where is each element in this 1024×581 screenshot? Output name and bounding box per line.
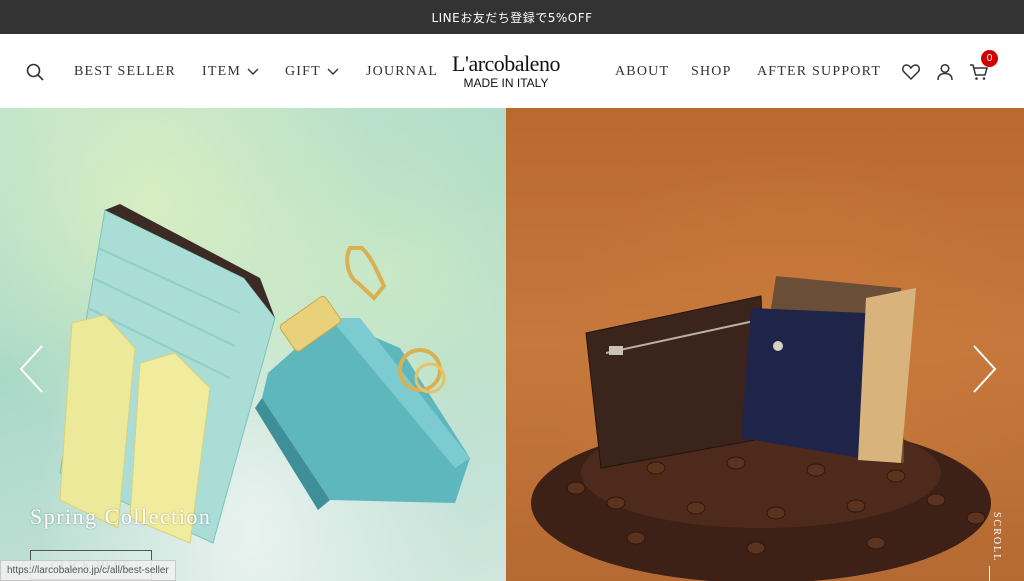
nav-item-label: ITEM: [202, 64, 242, 79]
nav-best-seller-label: BEST SELLER: [74, 64, 177, 79]
logo-tagline: MADE IN ITALY: [463, 76, 549, 90]
hero-image-right: [506, 108, 1024, 581]
nav-item-menu[interactable]: ITEM: [202, 64, 259, 80]
nav-best-seller[interactable]: BEST SELLER: [74, 64, 176, 80]
wallets-on-coffee-illustration: [531, 276, 991, 581]
site-logo[interactable]: L'arcobaleno MADE IN ITALY: [446, 51, 566, 91]
nav-about[interactable]: ABOUT: [615, 64, 669, 80]
scroll-indicator-line: [989, 566, 990, 581]
nav-gift-label: GIFT: [285, 64, 321, 79]
nav-shop[interactable]: SHOP: [691, 64, 732, 80]
hero-slider: Spring Collection CLICK HERE: [0, 108, 1024, 581]
announcement-bar[interactable]: LINEお友だち登録で5%OFF: [0, 0, 1024, 34]
nav-after-support-label: AFTER SUPPORT: [757, 64, 882, 79]
search-icon[interactable]: [25, 62, 45, 82]
announcement-text[interactable]: LINEお友だち登録で5%OFF: [431, 9, 592, 26]
cart-count-badge[interactable]: 0: [981, 50, 998, 67]
chevron-down-icon: [247, 68, 259, 76]
nav-journal[interactable]: JOURNAL: [366, 64, 438, 80]
chevron-left-icon[interactable]: [18, 344, 44, 394]
chevron-down-icon: [327, 68, 339, 76]
hero-image-left: Spring Collection CLICK HERE: [0, 108, 506, 581]
site-header: BEST SELLER ITEM GIFT JOURNAL L'arcobale…: [0, 34, 1024, 108]
slide-title: Spring Collection: [30, 504, 212, 529]
heart-icon[interactable]: [901, 62, 921, 82]
nav-gift-menu[interactable]: GIFT: [285, 64, 339, 80]
nav-about-label: ABOUT: [615, 64, 670, 79]
user-icon[interactable]: [935, 62, 955, 82]
logo-name: L'arcobaleno: [452, 51, 560, 76]
chevron-right-icon[interactable]: [972, 344, 998, 394]
scroll-indicator-label: SCROLL: [991, 512, 1002, 563]
nav-shop-label: SHOP: [691, 64, 732, 79]
nav-journal-label: JOURNAL: [366, 64, 439, 79]
browser-status-url: https://larcobaleno.jp/c/all/best-seller: [0, 560, 176, 581]
nav-after-support[interactable]: AFTER SUPPORT: [757, 64, 881, 80]
